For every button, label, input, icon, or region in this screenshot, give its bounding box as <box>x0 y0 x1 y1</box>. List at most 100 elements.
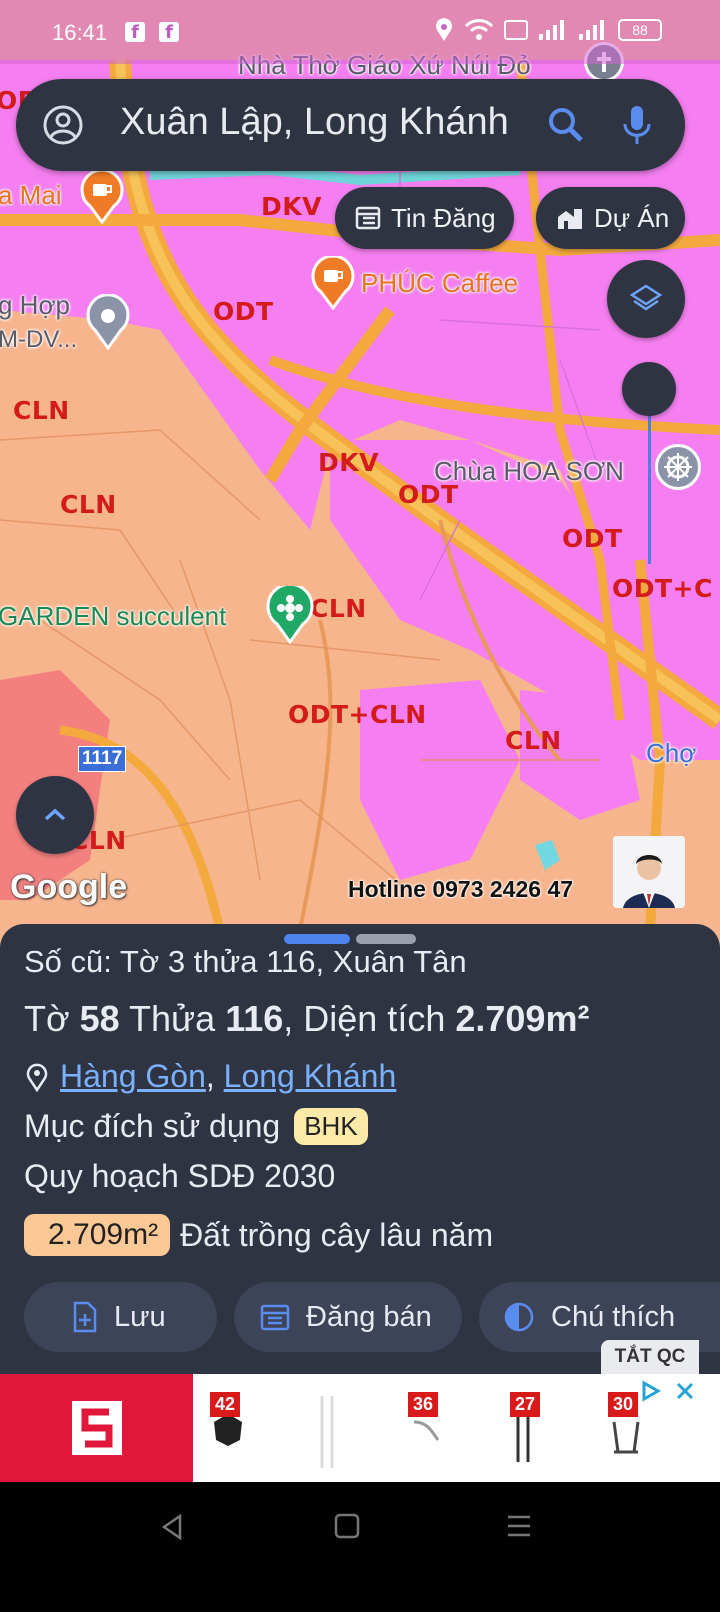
listing-icon <box>355 206 381 230</box>
legend-label: Chú thích <box>551 1300 676 1333</box>
ad-product[interactable]: 42 <box>210 1392 246 1457</box>
layers-icon <box>629 284 663 311</box>
zone-label: CLN <box>13 396 70 425</box>
contrast-icon <box>504 1302 534 1332</box>
hotline-text[interactable]: Hotline 0973 2426 47 <box>348 876 573 903</box>
wifi-icon <box>464 19 494 40</box>
plan-type: Đất trồng cây lâu năm <box>180 1216 494 1253</box>
old-reference: Số cũ: Tờ 3 thửa 116, Xuân Tân <box>24 944 467 979</box>
battery-indicator: 88 <box>618 19 662 41</box>
menu-icon[interactable] <box>505 1512 533 1540</box>
sheet-page-indicator[interactable] <box>356 934 416 944</box>
sheet-number: 58 <box>79 998 120 1039</box>
zone-label: CLN <box>60 490 117 519</box>
ad-product[interactable]: 27 <box>510 1392 546 1469</box>
back-icon[interactable] <box>158 1512 188 1542</box>
city-link[interactable]: Long Khánh <box>224 1058 397 1094</box>
poi-cafe-label[interactable]: a Mai <box>0 180 62 211</box>
close-ads-button[interactable]: TẮT QC <box>601 1340 699 1374</box>
layers-button[interactable] <box>607 260 685 338</box>
zone-label: CLN <box>505 726 562 755</box>
close-icon[interactable] <box>674 1380 696 1402</box>
tin-dang-label: Tin Đăng <box>391 202 496 233</box>
garden-icon[interactable] <box>266 582 314 649</box>
save-button[interactable]: Lưu <box>24 1282 217 1352</box>
adchoices-icon[interactable] <box>640 1380 662 1402</box>
parcel-summary: Tờ 58 Thửa 116, Diện tích 2.709m² <box>24 998 589 1040</box>
ad-price: 36 <box>408 1392 439 1417</box>
ad-product[interactable] <box>314 1392 344 1477</box>
zone-label: DKV <box>261 192 322 221</box>
land-use-purpose: Mục đích sử dụng BHK <box>24 1108 368 1145</box>
plan-row: 2.709m² Đất trồng cây lâu năm <box>24 1214 493 1256</box>
location-pin-icon <box>26 1063 48 1092</box>
tin-dang-chip[interactable]: Tin Đăng <box>335 187 514 249</box>
ad-product[interactable]: 36 <box>408 1392 444 1457</box>
parcel-location: Hàng Gòn, Long Khánh <box>24 1058 396 1095</box>
location-separator: , <box>205 1058 215 1094</box>
plan-area-badge: 2.709m² <box>24 1214 171 1256</box>
zone-label: DKV <box>318 448 379 477</box>
poi-pagoda-label[interactable]: Chùa HOA SƠN <box>434 456 624 487</box>
poi-garden-label[interactable]: GARDEN succulent <box>0 601 226 632</box>
agent-avatar[interactable] <box>613 836 685 908</box>
status-time: 16:41 <box>52 20 108 45</box>
home-icon[interactable] <box>333 1512 361 1540</box>
google-logo: Google <box>10 868 128 906</box>
area-value: 2.709m² <box>455 998 590 1039</box>
search-bar[interactable]: Xuân Lập, Long Khánh <box>16 79 685 171</box>
zone-label: CLN <box>310 594 367 623</box>
area-label: , Diện tích <box>283 998 446 1039</box>
poi-phuc-caffee-label[interactable]: PHÚC Caffee <box>361 268 518 299</box>
purpose-code-badge: BHK <box>294 1108 368 1145</box>
ad-price: 42 <box>210 1392 241 1417</box>
system-navigation-bar <box>0 1482 720 1612</box>
account-icon[interactable] <box>42 104 84 146</box>
poi-tong-hop-label[interactable]: g Hợp <box>0 290 70 321</box>
opacity-slider-handle[interactable] <box>622 362 676 416</box>
poi-market-label[interactable]: Chợ <box>646 738 696 769</box>
chevron-up-icon <box>44 808 66 821</box>
search-input[interactable]: Xuân Lập, Long Khánh <box>120 101 509 144</box>
sheet-page-indicator-active <box>284 934 350 944</box>
search-icon[interactable] <box>546 105 586 145</box>
signal-icon <box>579 20 604 40</box>
cafe-icon[interactable] <box>311 254 355 315</box>
poi-tong-hop-sublabel[interactable]: M-DV... <box>0 326 77 354</box>
plot-number: 116 <box>225 998 284 1039</box>
location-icon <box>436 18 452 41</box>
facebook-icon: f <box>125 22 145 43</box>
purpose-label: Mục đích sử dụng <box>24 1108 281 1144</box>
status-bar: 16:41 f f 88 <box>0 0 720 64</box>
ad-brand-logo <box>0 1374 193 1482</box>
ad-price: 27 <box>510 1392 541 1417</box>
zone-label: ODT <box>562 524 623 553</box>
sheet-label: Tờ <box>24 998 70 1039</box>
zone-label: ODT+C <box>612 574 713 603</box>
du-an-label: Dự Án <box>594 202 670 233</box>
ad-product[interactable]: 30 <box>608 1392 644 1469</box>
post-sale-label: Đăng bán <box>306 1300 432 1333</box>
road-shield: 1117 <box>78 746 127 772</box>
ad-banner[interactable]: 42 36 27 30 <box>0 1374 720 1482</box>
volte-icon <box>504 20 528 40</box>
save-label: Lưu <box>114 1300 166 1333</box>
ad-price: 30 <box>608 1392 639 1417</box>
signal-icon <box>539 20 564 40</box>
building-icon <box>558 209 582 229</box>
facebook-icon: f <box>159 22 179 43</box>
ward-link[interactable]: Hàng Gòn <box>60 1058 206 1094</box>
pagoda-icon[interactable] <box>655 444 701 490</box>
du-an-chip[interactable]: Dự Án <box>536 187 686 249</box>
plot-label: Thửa <box>129 998 216 1039</box>
calendar-listing-icon <box>260 1304 290 1331</box>
parcel-info-sheet[interactable]: Số cũ: Tờ 3 thửa 116, Xuân Tân Tờ 58 Thử… <box>0 924 720 1374</box>
expand-sheet-button[interactable] <box>16 776 94 854</box>
zone-label: ODT <box>213 297 274 326</box>
opacity-slider-track[interactable] <box>648 396 651 564</box>
post-sale-button[interactable]: Đăng bán <box>234 1282 462 1352</box>
plan-label: Quy hoạch SDĐ 2030 <box>24 1158 336 1194</box>
place-marker-icon[interactable] <box>86 293 130 355</box>
cafe-icon[interactable] <box>80 168 124 229</box>
microphone-icon[interactable] <box>620 103 654 147</box>
